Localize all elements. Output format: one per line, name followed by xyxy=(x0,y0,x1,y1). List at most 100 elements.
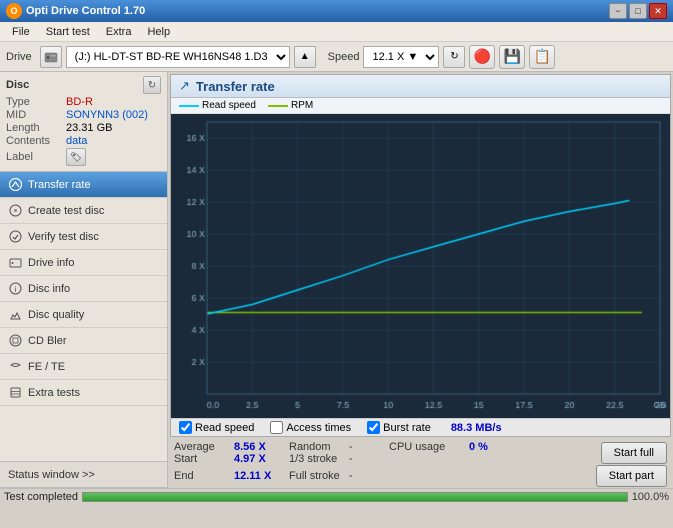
cd-bler-icon xyxy=(8,334,22,348)
nav-transfer-rate[interactable]: Transfer rate xyxy=(0,172,167,198)
start-part-button[interactable]: Start part xyxy=(596,465,667,487)
nav-extra-tests-label: Extra tests xyxy=(28,387,80,399)
disc-label-button[interactable]: 🏷 xyxy=(66,148,86,166)
minimize-button[interactable]: − xyxy=(609,3,627,19)
nav-verify-test-disc-label: Verify test disc xyxy=(28,231,99,243)
start-value: 4.97 X xyxy=(234,453,289,465)
create-disc-icon xyxy=(8,204,22,218)
chart-header: ↗ Transfer rate xyxy=(171,75,670,98)
legend-read: Read speed xyxy=(179,100,256,111)
drive-icon xyxy=(40,46,62,68)
nav-disc-info[interactable]: i Disc info xyxy=(0,276,167,302)
progress-percent: 100.0% xyxy=(632,491,669,503)
drive-info-icon xyxy=(8,256,22,270)
content-area: ↗ Transfer rate Read speed RPM xyxy=(168,72,673,488)
progress-bar xyxy=(82,492,628,502)
chart-area xyxy=(171,114,670,418)
disc-refresh-button[interactable]: ↻ xyxy=(143,76,161,94)
nav-create-test-disc-label: Create test disc xyxy=(28,205,104,217)
start-full-button[interactable]: Start full xyxy=(601,442,667,464)
disc-contents-label: Contents xyxy=(6,135,66,147)
end-label: End xyxy=(174,465,234,487)
speed-select[interactable]: 12.1 X ▼ xyxy=(363,46,439,68)
status-text: Test completed xyxy=(4,491,78,503)
fullstroke-label: Full stroke xyxy=(289,465,349,487)
svg-text:i: i xyxy=(14,285,16,294)
disc-info-icon: i xyxy=(8,282,22,296)
eject-button[interactable]: ▲ xyxy=(294,46,316,68)
nav-disc-quality[interactable]: Disc quality xyxy=(0,302,167,328)
disc-panel: Disc ↻ Type BD-R MID SONYNN3 (002) Lengt… xyxy=(0,72,167,172)
nav-fe-te[interactable]: FE / TE xyxy=(0,354,167,380)
chart-icon: ↗ xyxy=(179,78,190,94)
random-dash: - xyxy=(349,441,389,453)
legend-read-color xyxy=(179,105,199,107)
nav-cd-bler[interactable]: CD Bler xyxy=(0,328,167,354)
checkbox-read-speed[interactable]: Read speed xyxy=(179,421,254,434)
checkbox-access-times[interactable]: Access times xyxy=(270,421,351,434)
nav-extra-tests[interactable]: Extra tests xyxy=(0,380,167,406)
cpu-value: 0 % xyxy=(469,441,507,453)
menu-file[interactable]: File xyxy=(4,24,38,40)
chart-title: Transfer rate xyxy=(196,79,275,94)
chart-panel: ↗ Transfer rate Read speed RPM xyxy=(170,74,671,437)
progress-bar-fill xyxy=(83,493,627,501)
transfer-rate-icon xyxy=(8,178,22,192)
nav-verify-test-disc[interactable]: Verify test disc xyxy=(0,224,167,250)
end-value: 12.11 X xyxy=(234,465,289,487)
statusbar: Test completed 100.0% xyxy=(0,488,673,504)
burst-value: 88.3 MB/s xyxy=(451,422,502,434)
transfer-chart xyxy=(171,114,670,418)
nav-cd-bler-label: CD Bler xyxy=(28,335,67,347)
burst-rate-checkbox[interactable] xyxy=(367,421,380,434)
drive-select[interactable]: (J:) HL-DT-ST BD-RE WH16NS48 1.D3 xyxy=(66,46,290,68)
nav-disc-quality-label: Disc quality xyxy=(28,309,84,321)
disc-type-label: Type xyxy=(6,96,66,108)
menu-extra[interactable]: Extra xyxy=(98,24,140,40)
stroke13-label: 1/3 stroke xyxy=(289,453,349,465)
disc-mid-value: SONYNN3 (002) xyxy=(66,109,148,121)
chart-legend: Read speed RPM xyxy=(171,98,670,114)
maximize-button[interactable]: □ xyxy=(629,3,647,19)
random-label: Random xyxy=(289,441,349,453)
access-times-checkbox[interactable] xyxy=(270,421,283,434)
menubar: File Start test Extra Help xyxy=(0,22,673,42)
chart-checkboxes: Read speed Access times Burst rate 88.3 … xyxy=(171,418,670,436)
extra-tests-icon xyxy=(8,386,22,400)
refresh-speed-button[interactable]: ↻ xyxy=(443,46,465,68)
read-speed-checkbox[interactable] xyxy=(179,421,192,434)
menu-starttest[interactable]: Start test xyxy=(38,24,98,40)
legend-rpm-label: RPM xyxy=(291,100,313,111)
window-controls: − □ ✕ xyxy=(609,3,667,19)
disc-length-value: 23.31 GB xyxy=(66,122,112,134)
app-icon: O xyxy=(6,3,22,19)
nav-drive-info-label: Drive info xyxy=(28,257,74,269)
checkbox-burst-rate[interactable]: Burst rate xyxy=(367,421,431,434)
legend-rpm-color xyxy=(268,105,288,107)
nav-create-test-disc[interactable]: Create test disc xyxy=(0,198,167,224)
app-title: Opti Drive Control 1.70 xyxy=(26,5,609,17)
menu-help[interactable]: Help xyxy=(139,24,178,40)
stats-row-1: Average 8.56 X Random - CPU usage 0 % St… xyxy=(168,439,673,488)
cpu-label: CPU usage xyxy=(389,441,469,453)
drive-label: Drive xyxy=(6,51,32,63)
close-button[interactable]: ✕ xyxy=(649,3,667,19)
speed-label: Speed xyxy=(328,51,360,63)
toolbar-btn-1[interactable]: 🔴 xyxy=(469,45,495,69)
toolbar-btn-2[interactable]: 💾 xyxy=(499,45,525,69)
legend-read-label: Read speed xyxy=(202,100,256,111)
disc-mid-label: MID xyxy=(6,109,66,121)
toolbar-btn-3[interactable]: 📋 xyxy=(529,45,555,69)
nav-drive-info[interactable]: Drive info xyxy=(0,250,167,276)
fe-te-icon xyxy=(8,360,22,374)
nav-transfer-rate-label: Transfer rate xyxy=(28,179,91,191)
titlebar: O Opti Drive Control 1.70 − □ ✕ xyxy=(0,0,673,22)
disc-quality-icon xyxy=(8,308,22,322)
status-window-button[interactable]: Status window >> xyxy=(0,462,167,488)
disc-length-label: Length xyxy=(6,122,66,134)
average-label: Average xyxy=(174,441,234,453)
fullstroke-dash: - xyxy=(349,465,389,487)
nav-disc-info-label: Disc info xyxy=(28,283,70,295)
verify-disc-icon xyxy=(8,230,22,244)
disc-contents-value: data xyxy=(66,135,87,147)
